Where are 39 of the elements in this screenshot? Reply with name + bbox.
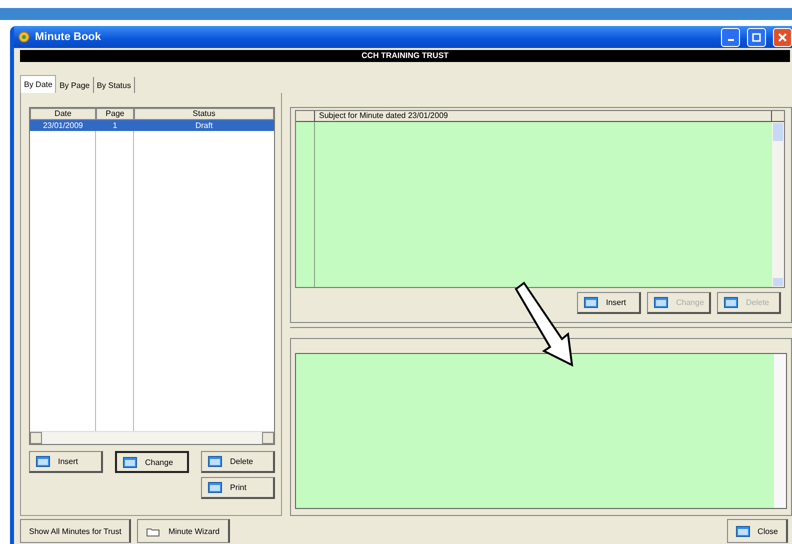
folder-icon	[146, 526, 160, 536]
button[interactable]: Show All Minutes for Trust	[20, 519, 132, 543]
maximize-icon	[752, 32, 761, 42]
button[interactable]: Insert	[577, 292, 641, 314]
window-icon	[208, 482, 222, 493]
table-cell: 1	[96, 120, 134, 131]
window-icon	[654, 297, 668, 308]
maximize-button[interactable]	[747, 28, 766, 46]
window-title: Minute Book	[35, 31, 102, 43]
window-icon	[36, 456, 50, 467]
button[interactable]: Minute Wizard	[137, 519, 230, 543]
close-icon	[778, 32, 787, 42]
close-window-button[interactable]	[773, 28, 792, 46]
window-icon	[736, 526, 750, 536]
trust-header: CCH TRAINING TRUST	[20, 50, 790, 62]
app-icon	[18, 31, 30, 43]
button[interactable]: Insert	[29, 451, 103, 473]
window-icon	[584, 297, 598, 308]
tab[interactable]: By Status	[94, 77, 135, 93]
table-cell: 23/01/2009	[30, 120, 96, 131]
minimize-icon	[728, 39, 734, 41]
column-header[interactable]: Date	[30, 108, 96, 120]
tab[interactable]: By Date	[20, 75, 56, 93]
button[interactable]: Print	[201, 477, 275, 499]
horizontal-scrollbar[interactable]	[30, 431, 274, 444]
minimize-button[interactable]	[721, 28, 740, 46]
table-cell: Draft	[134, 120, 274, 131]
tab[interactable]: By Page	[56, 77, 94, 93]
column-header[interactable]: Page	[96, 108, 134, 120]
window-icon	[208, 456, 222, 467]
column-header: Subject for Minute dated 23/01/2009	[315, 111, 772, 121]
close-button[interactable]: Close	[726, 519, 788, 543]
window-icon	[123, 456, 137, 468]
window-icon	[724, 297, 738, 308]
column-header[interactable]: Status	[134, 108, 274, 120]
button[interactable]: Change	[115, 451, 189, 473]
vertical-scrollbar[interactable]	[772, 122, 784, 287]
list-row[interactable]: 23/01/2009 1 Draft	[30, 120, 274, 131]
button[interactable]: Delete	[201, 451, 275, 473]
